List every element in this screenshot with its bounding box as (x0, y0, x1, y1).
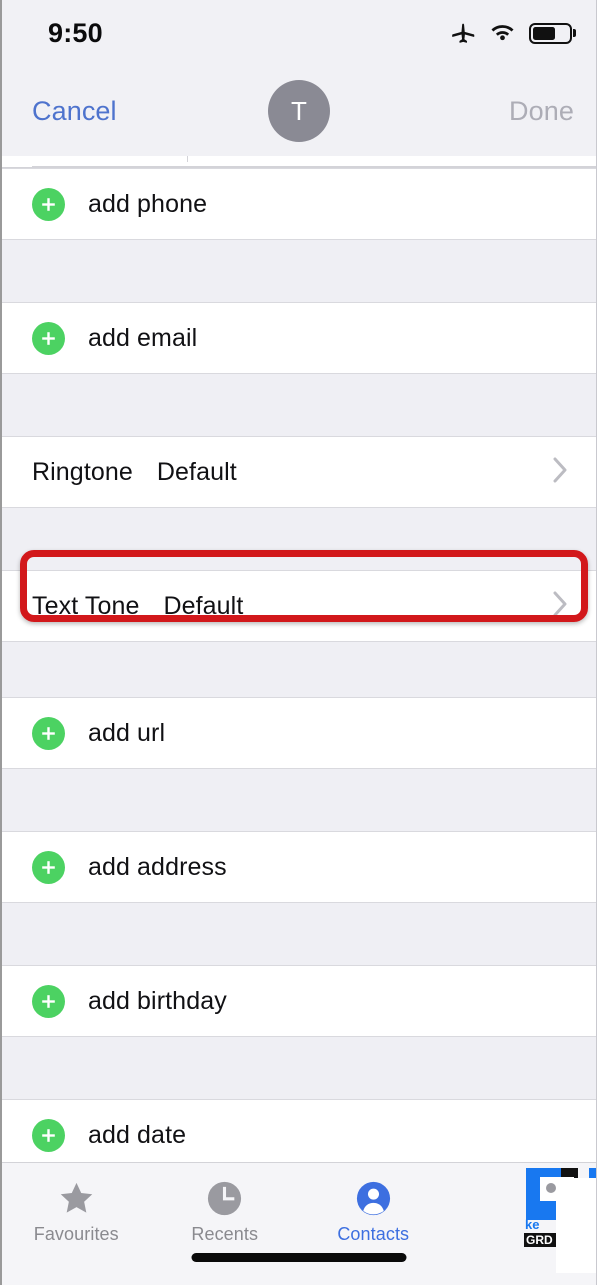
row-label: add address (88, 852, 227, 881)
status-bar-indicators (450, 20, 572, 46)
tab-contacts[interactable]: Contacts (299, 1163, 448, 1253)
avatar-initial: T (291, 95, 307, 126)
svg-text:ke: ke (525, 1217, 539, 1232)
chevron-right-icon (553, 591, 568, 622)
section-gap (2, 1037, 596, 1099)
clock-icon (208, 1181, 242, 1216)
text-tone-label: Text Tone (32, 591, 140, 620)
row-add-email[interactable]: add email (2, 302, 596, 374)
row-label: add url (88, 718, 166, 747)
phone-screen: 9:50 Cancel T Done add phone add email R… (0, 0, 597, 1285)
person-icon (356, 1181, 390, 1216)
plus-circle-icon[interactable] (32, 716, 65, 750)
done-button[interactable]: Done (509, 96, 574, 127)
section-gap (2, 769, 596, 831)
contact-edit-form[interactable]: add phone add email Ringtone Default Tex… (2, 156, 596, 1162)
home-indicator[interactable] (191, 1253, 407, 1262)
cancel-button[interactable]: Cancel (32, 96, 117, 127)
row-add-phone[interactable]: add phone (2, 168, 596, 240)
star-icon (60, 1182, 93, 1213)
plus-circle-icon[interactable] (32, 984, 65, 1018)
section-gap (2, 903, 596, 965)
name-field-row-partial[interactable] (2, 156, 596, 168)
wifi-icon (491, 25, 514, 41)
row-add-url[interactable]: add url (2, 697, 596, 769)
row-label: add email (88, 323, 198, 352)
status-bar-time: 9:50 (48, 17, 103, 48)
row-text-tone[interactable]: Text Tone Default (2, 570, 596, 642)
section-gap (2, 374, 596, 436)
field-divider (187, 156, 189, 162)
svg-text:GRD: GRD (526, 1233, 553, 1247)
status-bar: 9:50 (2, 0, 596, 66)
chevron-right-icon (553, 457, 568, 488)
ringtone-value: Default (156, 457, 237, 486)
battery-icon (529, 22, 572, 44)
plus-circle-icon[interactable] (32, 321, 65, 355)
row-label: add date (88, 1120, 187, 1149)
plus-circle-icon[interactable] (32, 1118, 65, 1152)
section-gap (2, 508, 596, 570)
ringtone-label: Ringtone (32, 457, 133, 486)
row-add-birthday[interactable]: add birthday (2, 965, 596, 1037)
tab-label: Contacts (337, 1224, 410, 1244)
tab-favourites[interactable]: Favourites (2, 1163, 151, 1253)
row-ringtone[interactable]: Ringtone Default (2, 436, 596, 508)
row-add-address[interactable]: add address (2, 831, 596, 903)
section-gap (2, 240, 596, 302)
row-label: add phone (88, 189, 208, 218)
tab-recents[interactable]: Recents (151, 1163, 300, 1253)
row-add-date[interactable]: add date (2, 1099, 596, 1162)
plus-circle-icon[interactable] (32, 187, 65, 221)
airplane-mode-icon (452, 23, 475, 43)
plus-circle-icon[interactable] (32, 850, 65, 884)
watermark-logo: ke GRD (499, 1163, 596, 1273)
row-label: add birthday (88, 986, 227, 1015)
field-separator (32, 165, 596, 167)
navigation-bar: Cancel T Done (2, 66, 596, 156)
section-gap (2, 642, 596, 697)
tab-label: Favourites (33, 1224, 119, 1244)
text-tone-value: Default (163, 591, 244, 620)
tab-label: Recents (191, 1224, 259, 1244)
contact-avatar[interactable]: T (268, 80, 330, 142)
